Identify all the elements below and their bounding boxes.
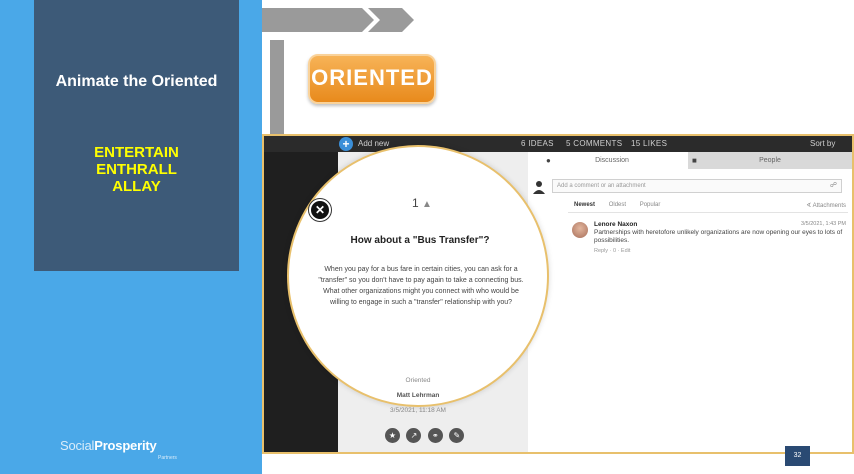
attachment-icon[interactable]: ☍ <box>830 180 837 192</box>
comment-author[interactable]: Lenore Naxon <box>594 221 637 228</box>
idea-action-row: ★ ↗ ⚭ ✎ <box>385 425 466 443</box>
sort-oldest[interactable]: Oldest <box>609 202 626 208</box>
tab-people[interactable]: ■ People <box>688 152 852 169</box>
sort-by-control[interactable]: Sort by <box>810 139 835 148</box>
page-number: 32 <box>785 446 810 466</box>
left-panel: Animate the Oriented ENTERTAIN ENTHRALL … <box>0 0 262 474</box>
title-card: Animate the Oriented ENTERTAIN ENTHRALL … <box>34 0 239 271</box>
keyword-entertain: ENTERTAIN <box>94 144 179 161</box>
attachments-label: Attachments <box>812 203 846 209</box>
app-screenshot: + Add new 6 IDEAS 5 COMMENTS 15 LIKES So… <box>262 134 854 454</box>
comment-sort-tabs: Newest Oldest Popular <box>574 202 672 208</box>
keyword-allay: ALLAY <box>112 178 161 195</box>
chevron-arrows-graphic <box>262 8 414 32</box>
share-icon[interactable]: ↗ <box>406 428 422 443</box>
thumbs-up-icon: ▲ <box>422 199 432 210</box>
comment-actions[interactable]: Reply · 0 · Edit <box>594 248 630 254</box>
likes-count: 15 LIKES <box>631 139 668 148</box>
divider <box>568 212 848 213</box>
comment-input[interactable]: Add a comment or an attachment ☍ <box>552 179 842 193</box>
comments-count: 5 COMMENTS <box>566 139 623 148</box>
link-icon[interactable]: ⚭ <box>427 428 443 443</box>
tab-people-label: People <box>759 157 781 164</box>
idea-likes[interactable]: 1 ▲ <box>412 196 432 210</box>
tab-discussion[interactable]: ● Discussion <box>538 152 686 169</box>
keyword-list: ENTERTAIN ENTHRALL ALLAY <box>34 144 239 195</box>
idea-author: Matt Lehrman <box>396 392 440 399</box>
star-icon[interactable]: ★ <box>385 428 400 443</box>
comment-date: 3/5/2021, 1:43 PM <box>801 221 846 227</box>
attachments-link[interactable]: ∢ Attachments <box>806 202 846 209</box>
close-icon[interactable]: ✕ <box>309 199 331 221</box>
slide-title: Animate the Oriented <box>55 73 218 90</box>
idea-title: How about a "Bus Transfer"? <box>350 235 490 246</box>
discussion-panel: ● Discussion ■ People Add a comment or a… <box>528 152 852 452</box>
brand-logo: SocialProsperity <box>60 438 157 453</box>
brand-name-part2: Prosperity <box>94 438 157 453</box>
sort-popular[interactable]: Popular <box>640 202 661 208</box>
keyword-enthrall: ENTHRALL <box>96 161 177 178</box>
person-icon: ■ <box>692 156 697 165</box>
idea-body: When you pay for a bus fare in certain c… <box>318 266 524 306</box>
tab-discussion-label: Discussion <box>595 157 629 164</box>
avatar <box>572 222 588 238</box>
idea-card: ✕ 1 ▲ How about a "Bus Transfer"? When y… <box>287 145 549 452</box>
idea-likes-count: 1 <box>412 196 419 210</box>
idea-date: 3/5/2021, 11:18 AM <box>390 407 446 414</box>
comment-text: Partnerships with heretofore unlikely or… <box>594 229 843 244</box>
idea-category: Oriented <box>405 377 431 384</box>
sort-newest[interactable]: Newest <box>574 202 595 208</box>
brand-tagline: Partners <box>158 455 177 461</box>
brand-name-part1: Social <box>60 438 95 453</box>
oriented-badge: ORIENTED <box>308 54 436 104</box>
comment-input-placeholder: Add a comment or an attachment <box>557 183 646 189</box>
edit-icon[interactable]: ✎ <box>449 428 465 443</box>
